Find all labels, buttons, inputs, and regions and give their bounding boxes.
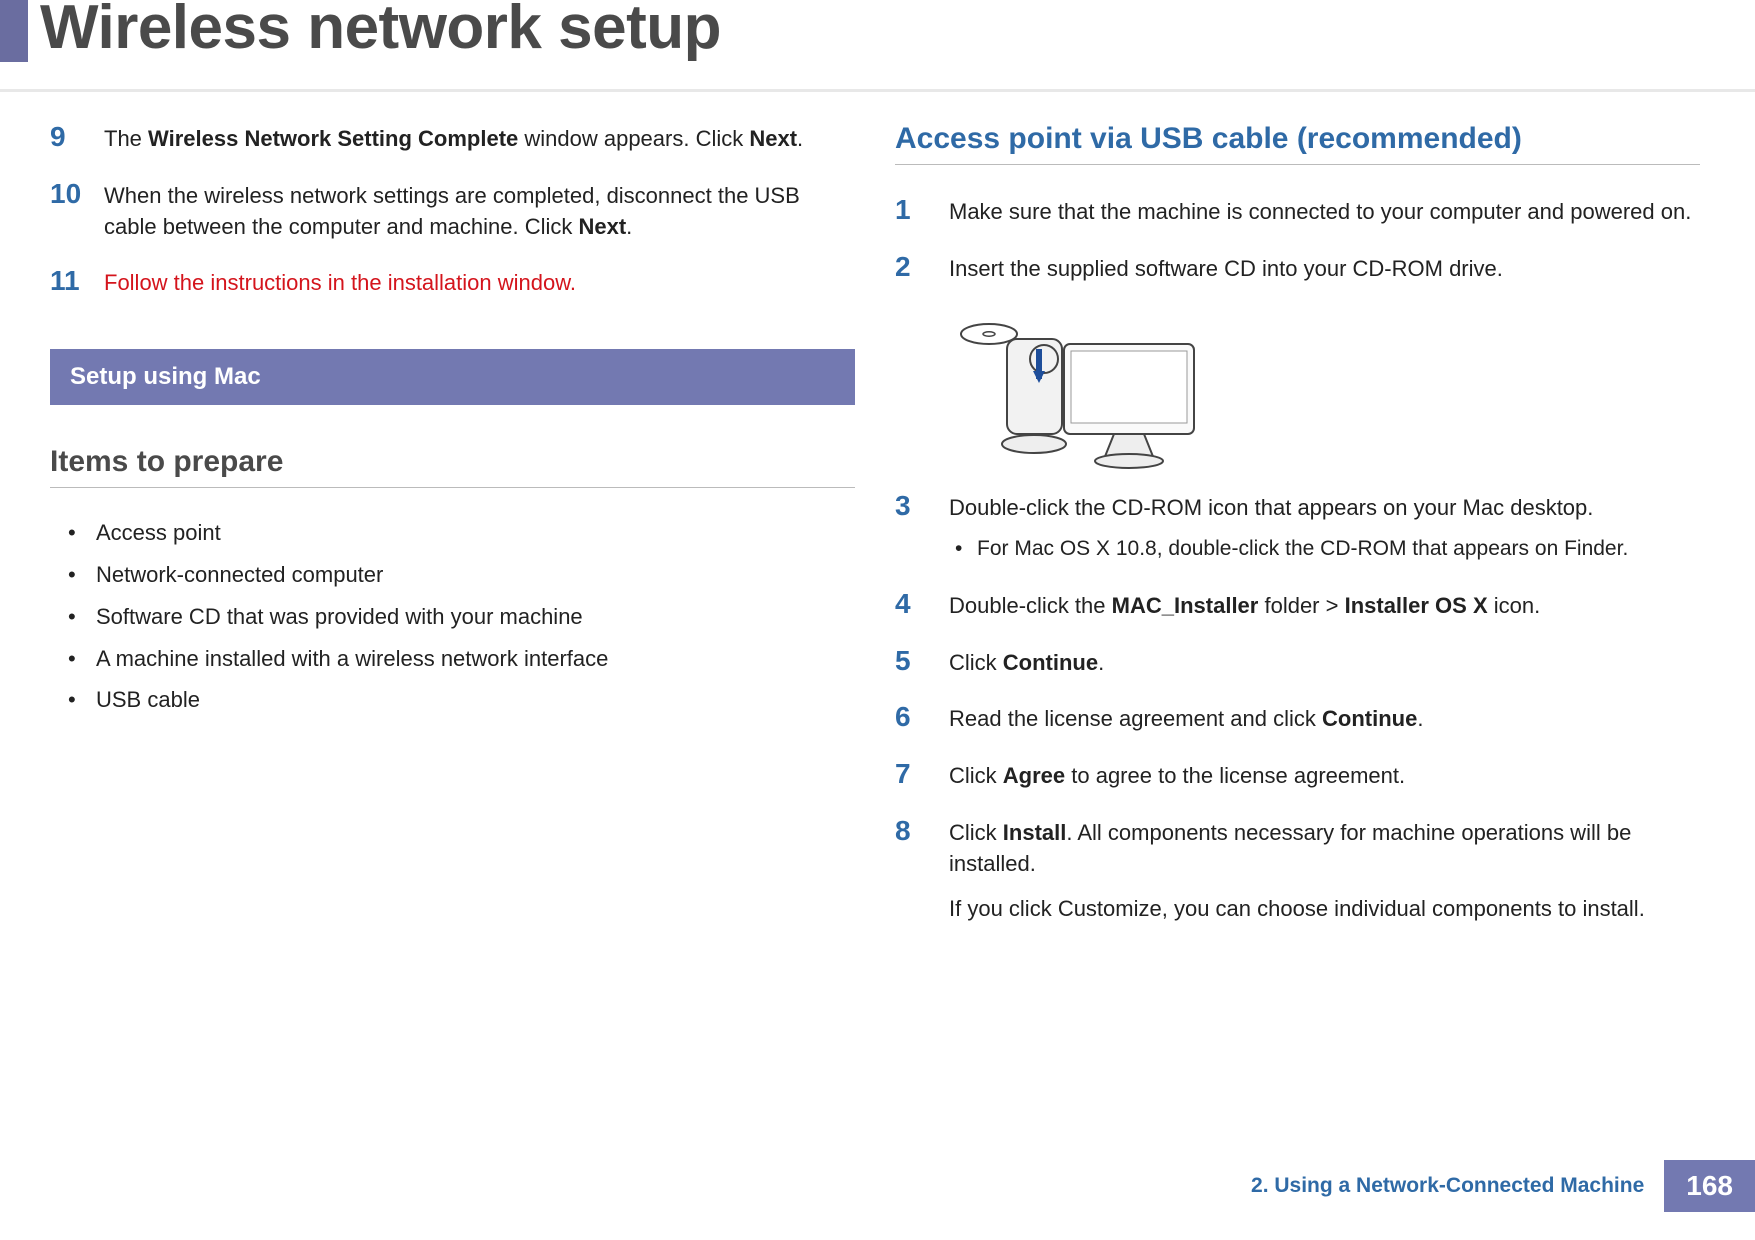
step-number: 9: [50, 122, 104, 151]
list-item: Software CD that was provided with your …: [50, 596, 855, 638]
right-steps: 1Make sure that the machine is connected…: [895, 195, 1700, 924]
step-text: When the wireless network settings are c…: [104, 179, 855, 243]
list-item: USB cable: [50, 679, 855, 721]
list-item: A machine installed with a wireless netw…: [50, 638, 855, 680]
step-item: 3Double-click the CD-ROM icon that appea…: [895, 491, 1700, 565]
step-item: 4Double-click the MAC_Installer folder >…: [895, 589, 1700, 622]
step-text: Follow the instructions in the installat…: [104, 266, 576, 299]
step-number: 10: [50, 179, 104, 208]
left-steps: 9The Wireless Network Setting Complete w…: [50, 122, 855, 299]
section-bar-setup-mac: Setup using Mac: [50, 349, 855, 405]
step-text: Double-click the CD-ROM icon that appear…: [949, 491, 1700, 524]
step-number: 4: [895, 589, 949, 618]
header-accent: [0, 0, 28, 62]
list-item: Network-connected computer: [50, 554, 855, 596]
step-number: 3: [895, 491, 949, 520]
step-text: Insert the supplied software CD into you…: [949, 252, 1700, 285]
content-columns: 9The Wireless Network Setting Complete w…: [0, 92, 1755, 948]
footer-chapter: 2. Using a Network-Connected Machine: [1251, 1160, 1664, 1212]
step-number: 11: [50, 266, 104, 295]
step-number: 8: [895, 816, 949, 845]
page-header: Wireless network setup: [0, 0, 1755, 92]
step-item: 2Insert the supplied software CD into yo…: [895, 252, 1700, 285]
left-column: 9The Wireless Network Setting Complete w…: [50, 122, 855, 948]
step-item: 5Click Continue.: [895, 646, 1700, 679]
footer-page-number: 168: [1664, 1160, 1755, 1212]
step-number: 5: [895, 646, 949, 675]
step-text: Make sure that the machine is connected …: [949, 195, 1700, 228]
items-to-prepare-heading: Items to prepare: [50, 445, 855, 488]
step-item: 9The Wireless Network Setting Complete w…: [50, 122, 855, 155]
step-extra-text: If you click Customize, you can choose i…: [949, 894, 1700, 925]
list-item: Access point: [50, 512, 855, 554]
step-item: 8Click Install. All components necessary…: [895, 816, 1700, 924]
step-item: 7Click Agree to agree to the license agr…: [895, 759, 1700, 792]
items-to-prepare-list: Access pointNetwork-connected computerSo…: [50, 512, 855, 721]
step-text: Click Continue.: [949, 646, 1700, 679]
cd-computer-illustration: [949, 309, 1209, 479]
step-item: 6Read the license agreement and click Co…: [895, 702, 1700, 735]
step-text: Read the license agreement and click Con…: [949, 702, 1700, 735]
step-text: Double-click the MAC_Installer folder > …: [949, 589, 1700, 622]
step-number: 1: [895, 195, 949, 224]
step-item: 10When the wireless network settings are…: [50, 179, 855, 243]
step-sub-bullet: For Mac OS X 10.8, double-click the CD-R…: [949, 533, 1700, 565]
step-text: Click Install. All components necessary …: [949, 816, 1700, 880]
step-text: Click Agree to agree to the license agre…: [949, 759, 1700, 792]
page-title: Wireless network setup: [40, 0, 721, 63]
right-column: Access point via USB cable (recommended)…: [895, 122, 1700, 948]
step-item: 11Follow the instructions in the install…: [50, 266, 855, 299]
step-number: 2: [895, 252, 949, 281]
step-number: 6: [895, 702, 949, 731]
access-point-heading: Access point via USB cable (recommended): [895, 122, 1700, 165]
step-item: 1Make sure that the machine is connected…: [895, 195, 1700, 228]
page-footer: 2. Using a Network-Connected Machine 168: [1251, 1160, 1755, 1212]
step-text: The Wireless Network Setting Complete wi…: [104, 122, 803, 155]
step-number: 7: [895, 759, 949, 788]
